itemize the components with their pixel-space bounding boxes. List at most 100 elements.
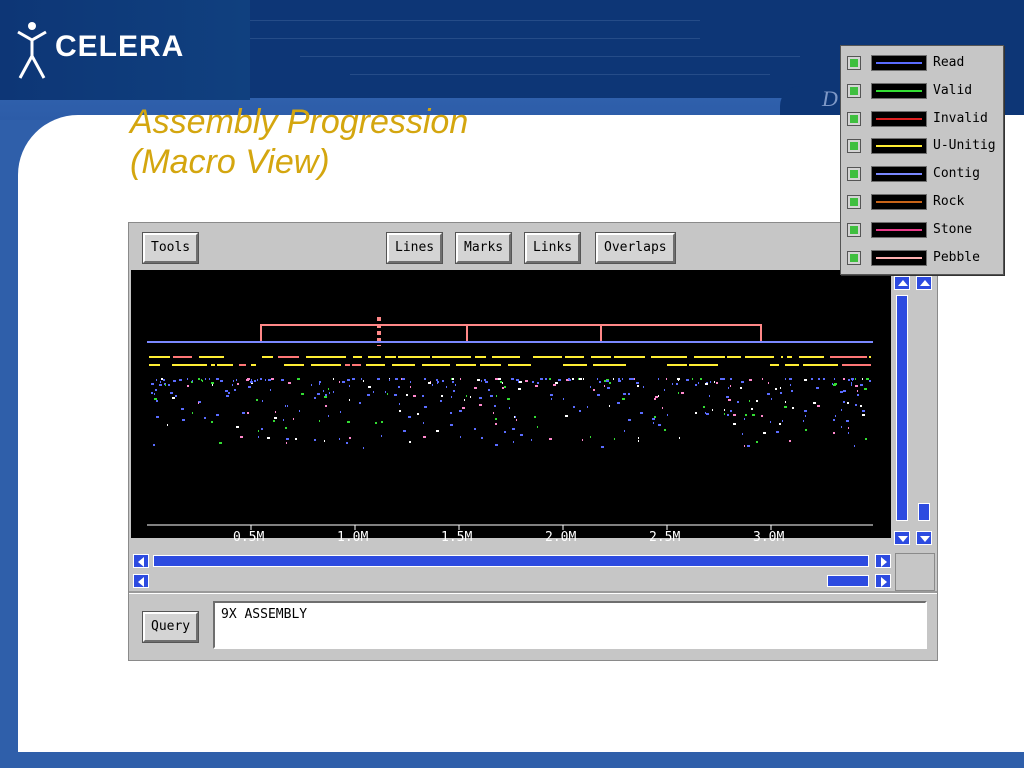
vertical-scroll-thumb[interactable] bbox=[896, 295, 908, 521]
legend-checkbox[interactable] bbox=[847, 222, 861, 237]
read-mark bbox=[869, 380, 871, 382]
scroll-left-icon[interactable] bbox=[133, 554, 149, 568]
tools-button[interactable]: Tools bbox=[143, 233, 199, 263]
read-mark bbox=[771, 398, 772, 400]
read-mark bbox=[474, 387, 477, 389]
read-mark bbox=[504, 386, 506, 388]
read-mark bbox=[258, 436, 259, 438]
read-mark bbox=[653, 422, 654, 424]
read-mark bbox=[363, 380, 364, 382]
read-mark bbox=[860, 405, 862, 407]
axis-tick-label: 2.5M bbox=[649, 530, 681, 545]
read-mark bbox=[780, 387, 781, 389]
query-input[interactable]: 9X ASSEMBLY bbox=[213, 601, 927, 649]
read-mark bbox=[700, 378, 702, 380]
read-mark bbox=[402, 378, 405, 380]
legend-swatch bbox=[871, 82, 927, 99]
read-mark bbox=[582, 439, 583, 441]
read-mark bbox=[428, 382, 431, 384]
legend-checkbox[interactable] bbox=[847, 250, 861, 265]
read-mark bbox=[618, 380, 621, 382]
scroll-up-icon[interactable] bbox=[916, 276, 932, 290]
read-mark bbox=[367, 394, 370, 396]
legend-checkbox[interactable] bbox=[847, 111, 861, 126]
legend-checkbox[interactable] bbox=[847, 83, 861, 98]
links-button[interactable]: Links bbox=[525, 233, 581, 263]
read-mark bbox=[583, 378, 584, 380]
read-mark bbox=[201, 379, 202, 381]
read-mark bbox=[756, 400, 758, 402]
read-mark bbox=[205, 378, 206, 380]
read-mark bbox=[287, 405, 288, 407]
horizontal-scroll-thumb[interactable] bbox=[153, 555, 869, 567]
horizontal-scrollbar-1[interactable] bbox=[133, 552, 891, 570]
marks-button[interactable]: Marks bbox=[456, 233, 512, 263]
query-button[interactable]: Query bbox=[143, 612, 199, 642]
overlaps-button[interactable]: Overlaps bbox=[596, 233, 675, 263]
read-mark bbox=[714, 381, 715, 383]
vertical-scroll-thumb[interactable] bbox=[918, 503, 930, 521]
unitig-mark bbox=[770, 364, 779, 366]
read-mark bbox=[563, 398, 564, 400]
read-mark bbox=[452, 381, 454, 383]
unitig-mark bbox=[352, 364, 361, 366]
legend-checkbox[interactable] bbox=[847, 56, 861, 70]
scroll-left-icon[interactable] bbox=[133, 574, 149, 588]
read-mark bbox=[156, 416, 159, 418]
read-mark bbox=[832, 383, 833, 385]
read-mark bbox=[789, 440, 791, 442]
read-mark bbox=[395, 378, 398, 380]
lines-button[interactable]: Lines bbox=[387, 233, 443, 263]
read-mark bbox=[791, 378, 792, 380]
legend-row-invalid: Invalid bbox=[847, 108, 999, 130]
horizontal-scrollbar-2[interactable] bbox=[133, 572, 891, 590]
read-mark bbox=[314, 397, 316, 399]
read-mark bbox=[161, 378, 163, 380]
scroll-right-icon[interactable] bbox=[875, 554, 891, 568]
unitig-mark bbox=[284, 364, 304, 366]
read-mark bbox=[851, 384, 852, 386]
read-mark bbox=[597, 394, 600, 396]
read-mark bbox=[314, 439, 316, 441]
read-mark bbox=[640, 412, 643, 414]
read-mark bbox=[432, 384, 433, 386]
read-mark bbox=[805, 429, 807, 431]
scroll-up-icon[interactable] bbox=[894, 276, 910, 290]
vertical-scrollbar-1[interactable] bbox=[893, 275, 911, 547]
legend-checkbox[interactable] bbox=[847, 195, 861, 209]
read-mark bbox=[436, 379, 438, 381]
read-mark bbox=[323, 390, 324, 392]
legend-checkbox[interactable] bbox=[847, 139, 861, 154]
read-mark bbox=[406, 394, 408, 396]
read-mark bbox=[240, 436, 243, 438]
read-mark bbox=[211, 382, 214, 384]
legend-label: Invalid bbox=[933, 110, 988, 126]
read-mark bbox=[813, 402, 816, 404]
read-mark bbox=[234, 389, 236, 391]
horizontal-scroll-thumb[interactable] bbox=[827, 575, 869, 587]
read-mark bbox=[631, 378, 634, 380]
read-mark bbox=[706, 413, 709, 415]
scroll-right-icon[interactable] bbox=[875, 574, 891, 588]
read-mark bbox=[784, 406, 787, 408]
assembly-canvas[interactable]: 0.5M 1.0M 1.5M 2.0M 2.5M 3.0M bbox=[131, 270, 891, 545]
legend-label: U-Unitig bbox=[933, 138, 996, 154]
scroll-down-icon[interactable] bbox=[894, 531, 910, 545]
vertical-scrollbar-2[interactable] bbox=[915, 275, 933, 547]
scroll-down-icon[interactable] bbox=[916, 531, 932, 545]
read-mark bbox=[151, 392, 153, 394]
read-mark bbox=[437, 381, 439, 383]
read-mark bbox=[268, 379, 271, 381]
read-mark bbox=[154, 398, 157, 400]
read-mark bbox=[654, 398, 656, 400]
read-mark bbox=[722, 378, 725, 380]
read-mark bbox=[504, 431, 506, 433]
read-mark bbox=[749, 379, 752, 381]
read-mark bbox=[737, 401, 739, 403]
read-mark bbox=[749, 400, 750, 402]
read-mark bbox=[763, 432, 766, 434]
read-mark bbox=[182, 419, 185, 421]
legend-checkbox[interactable] bbox=[847, 167, 861, 182]
read-mark bbox=[862, 410, 865, 412]
read-mark bbox=[609, 405, 610, 407]
